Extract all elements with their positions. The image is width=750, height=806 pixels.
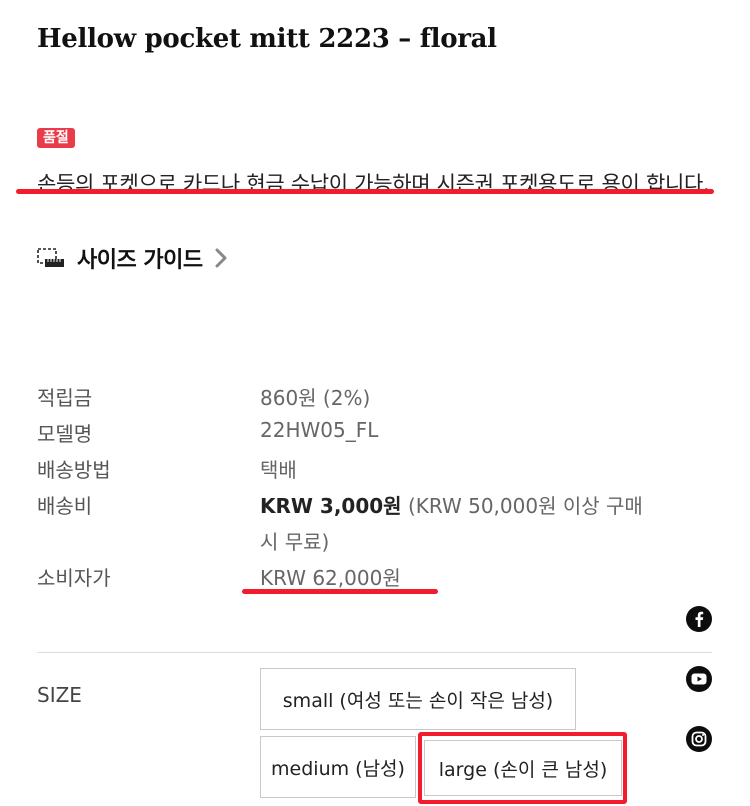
shipping-fee-note-cont: 시 무료) (260, 530, 330, 554)
chevron-right-icon (215, 248, 227, 268)
points-label: 적립금 (37, 386, 93, 410)
sold-out-badge: 품절 (37, 128, 75, 148)
size-guide-link[interactable]: 사이즈 가이드 (37, 242, 229, 274)
shipping-method-label: 배송방법 (37, 458, 111, 482)
product-description: 손등의 포켓으로 카드나 현금 수납이 가능하며 시즌권 포켓용도로 용이 합니… (37, 172, 710, 196)
instagram-icon[interactable] (686, 726, 712, 752)
size-option-medium[interactable]: medium (남성) (260, 736, 416, 798)
size-guide-label: 사이즈 가이드 (77, 248, 203, 273)
shipping-fee-value: KRW 3,000원 (KRW 50,000원 이상 구매 (260, 490, 643, 519)
shipping-fee-note: (KRW 50,000원 이상 구매 (401, 494, 643, 518)
shipping-fee-amount: KRW 3,000원 (260, 494, 402, 518)
retail-price-label: 소비자가 (37, 566, 111, 590)
size-option-label: SIZE (37, 683, 82, 707)
model-label: 모델명 (37, 422, 93, 446)
points-value: 860원 (2%) (260, 386, 371, 410)
annotation-highlight-large (418, 732, 627, 804)
product-title: Hellow pocket mitt 2223 – floral (37, 24, 497, 54)
model-value: 22HW05_FL (260, 418, 379, 442)
section-divider (37, 652, 712, 653)
retail-price-value: KRW 62,000원 (260, 566, 401, 590)
annotation-underline-description (16, 189, 714, 194)
ruler-icon (37, 248, 64, 267)
size-option-small[interactable]: small (여성 또는 손이 작은 남성) (260, 668, 576, 730)
shipping-fee-label: 배송비 (37, 494, 93, 518)
annotation-underline-price (242, 589, 438, 594)
facebook-icon[interactable] (686, 606, 712, 632)
youtube-icon[interactable] (686, 666, 712, 692)
shipping-method-value: 택배 (260, 458, 297, 482)
